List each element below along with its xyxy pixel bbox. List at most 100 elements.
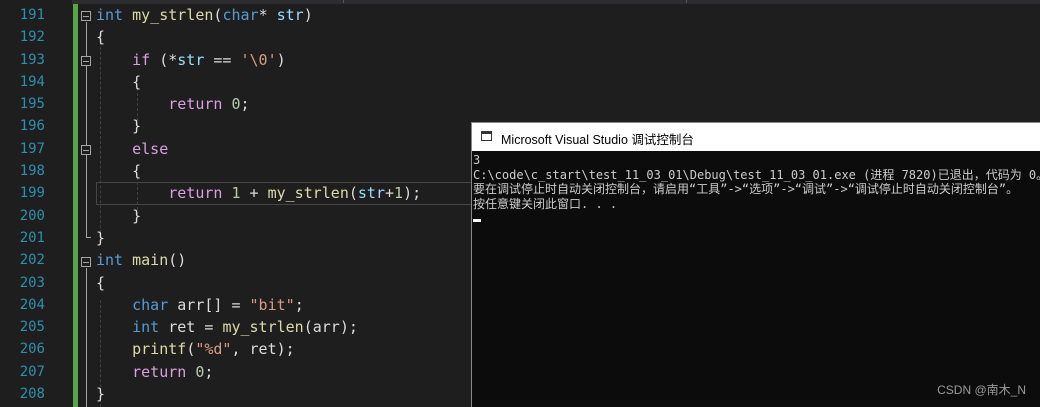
code-token: () <box>168 251 187 270</box>
code-token: if <box>132 50 151 69</box>
line-number: 203 <box>19 274 45 291</box>
code-line[interactable]: int main() <box>96 249 496 271</box>
code-token: + <box>385 184 395 203</box>
code-token: str <box>357 184 385 203</box>
console-line: 要在调试停止时自动关闭控制台，请启用“工具”->“选项”->“调试”->“调试停… <box>473 182 1019 196</box>
collapse-if-icon[interactable] <box>81 56 91 66</box>
line-number: 208 <box>19 386 45 403</box>
code-token: ( <box>348 184 358 203</box>
code-line[interactable]: if (*str == '\0') <box>96 49 496 71</box>
line-number: 201 <box>19 229 45 246</box>
line-number: 199 <box>19 185 45 202</box>
line-number: 192 <box>19 29 45 46</box>
code-token: main <box>132 251 169 270</box>
code-token: ret = <box>159 318 223 337</box>
code-token: return <box>168 184 223 203</box>
console-line: 3 <box>473 153 481 167</box>
code-token: char <box>132 295 169 314</box>
line-number: 198 <box>19 163 45 180</box>
line-number: 204 <box>19 296 45 313</box>
line-number: 193 <box>19 51 45 68</box>
code-token: { <box>96 72 142 91</box>
code-line[interactable]: { <box>96 71 496 93</box>
code-token: "%d" <box>195 340 232 359</box>
code-line[interactable]: else <box>96 138 496 160</box>
console-title: Microsoft Visual Studio 调试控制台 <box>501 133 694 147</box>
code-token: ; <box>240 95 250 114</box>
line-number: 205 <box>19 319 45 336</box>
code-token: '\0' <box>240 50 277 69</box>
code-token: "bit" <box>249 295 295 314</box>
console-titlebar[interactable]: Microsoft Visual Studio 调试控制台 <box>472 123 1040 151</box>
console-line: 按任意键关闭此窗口. . . <box>473 196 618 211</box>
code-token: + <box>240 184 268 203</box>
code-token: int <box>132 318 160 337</box>
code-token: arr[] = <box>168 295 250 314</box>
code-token: 0 <box>231 95 241 114</box>
code-token: my_strlen <box>267 184 349 203</box>
fold-guide <box>86 22 87 237</box>
code-token: { <box>96 273 106 292</box>
debug-console-window[interactable]: Microsoft Visual Studio 调试控制台 3 C:\code\c… <box>471 122 1040 407</box>
code-token: ( <box>186 340 196 359</box>
fold-guide <box>86 268 87 407</box>
line-number: 202 <box>19 252 45 269</box>
line-number: 206 <box>19 341 45 358</box>
code-token: return <box>168 95 223 114</box>
code-token: 1 <box>394 184 404 203</box>
code-token: } <box>96 206 142 225</box>
line-numbers: 191 192 193 194 195 196 197 198 199 200 201 202 203 2… <box>0 4 45 405</box>
line-number: 196 <box>19 118 45 135</box>
tab-divider <box>686 0 687 3</box>
code-token: } <box>96 385 106 404</box>
code-token: else <box>132 139 169 158</box>
code-token: , ret); <box>231 340 295 359</box>
collapse-else-icon[interactable] <box>81 145 91 155</box>
code-line[interactable]: } <box>96 205 496 227</box>
code-line[interactable]: char arr[] = "bit"; <box>96 294 496 316</box>
code-line[interactable]: return 0; <box>96 93 496 115</box>
code-line[interactable]: { <box>96 272 496 294</box>
code-token: my_strlen <box>132 6 214 24</box>
code-line[interactable]: } <box>96 115 496 137</box>
code-line[interactable]: return 1 + my_strlen(str+1); <box>96 182 472 205</box>
code-line[interactable]: { <box>96 26 496 48</box>
collapse-my-strlen-icon[interactable] <box>81 11 91 21</box>
code-token: ; <box>294 295 304 314</box>
code-line[interactable]: { <box>96 160 496 182</box>
code-line[interactable]: int my_strlen(char* str) <box>96 4 496 26</box>
code-line[interactable]: } <box>96 227 496 249</box>
code-line[interactable]: } <box>96 383 496 405</box>
fold-end-marker <box>86 237 91 238</box>
collapse-main-icon[interactable] <box>81 257 91 267</box>
code-token: int <box>96 251 124 270</box>
code-editor[interactable]: int my_strlen(char* str){ if (*str == '\… <box>96 4 496 407</box>
console-output[interactable]: 3 C:\code\c_start\test_11_03_01\Debug\tes… <box>473 153 1040 226</box>
code-token: ) <box>276 50 286 69</box>
line-number: 207 <box>19 363 45 380</box>
line-number: 197 <box>19 140 45 157</box>
code-token: printf <box>132 340 187 359</box>
code-token: { <box>96 162 142 181</box>
code-line[interactable]: printf("%d", ret); <box>96 338 496 360</box>
code-line[interactable]: return 0; <box>96 361 496 383</box>
code-token: } <box>96 228 106 247</box>
code-token: == <box>204 50 241 69</box>
code-token: (* <box>150 50 178 69</box>
line-number: 191 <box>19 7 45 23</box>
code-line[interactable]: int ret = my_strlen(arr); <box>96 316 496 338</box>
outlining-margin <box>78 4 96 407</box>
code-token: ) <box>303 6 313 24</box>
console-line: C:\code\c_start\test_11_03_01\Debug\test… <box>473 167 1040 182</box>
console-cursor <box>473 219 481 222</box>
